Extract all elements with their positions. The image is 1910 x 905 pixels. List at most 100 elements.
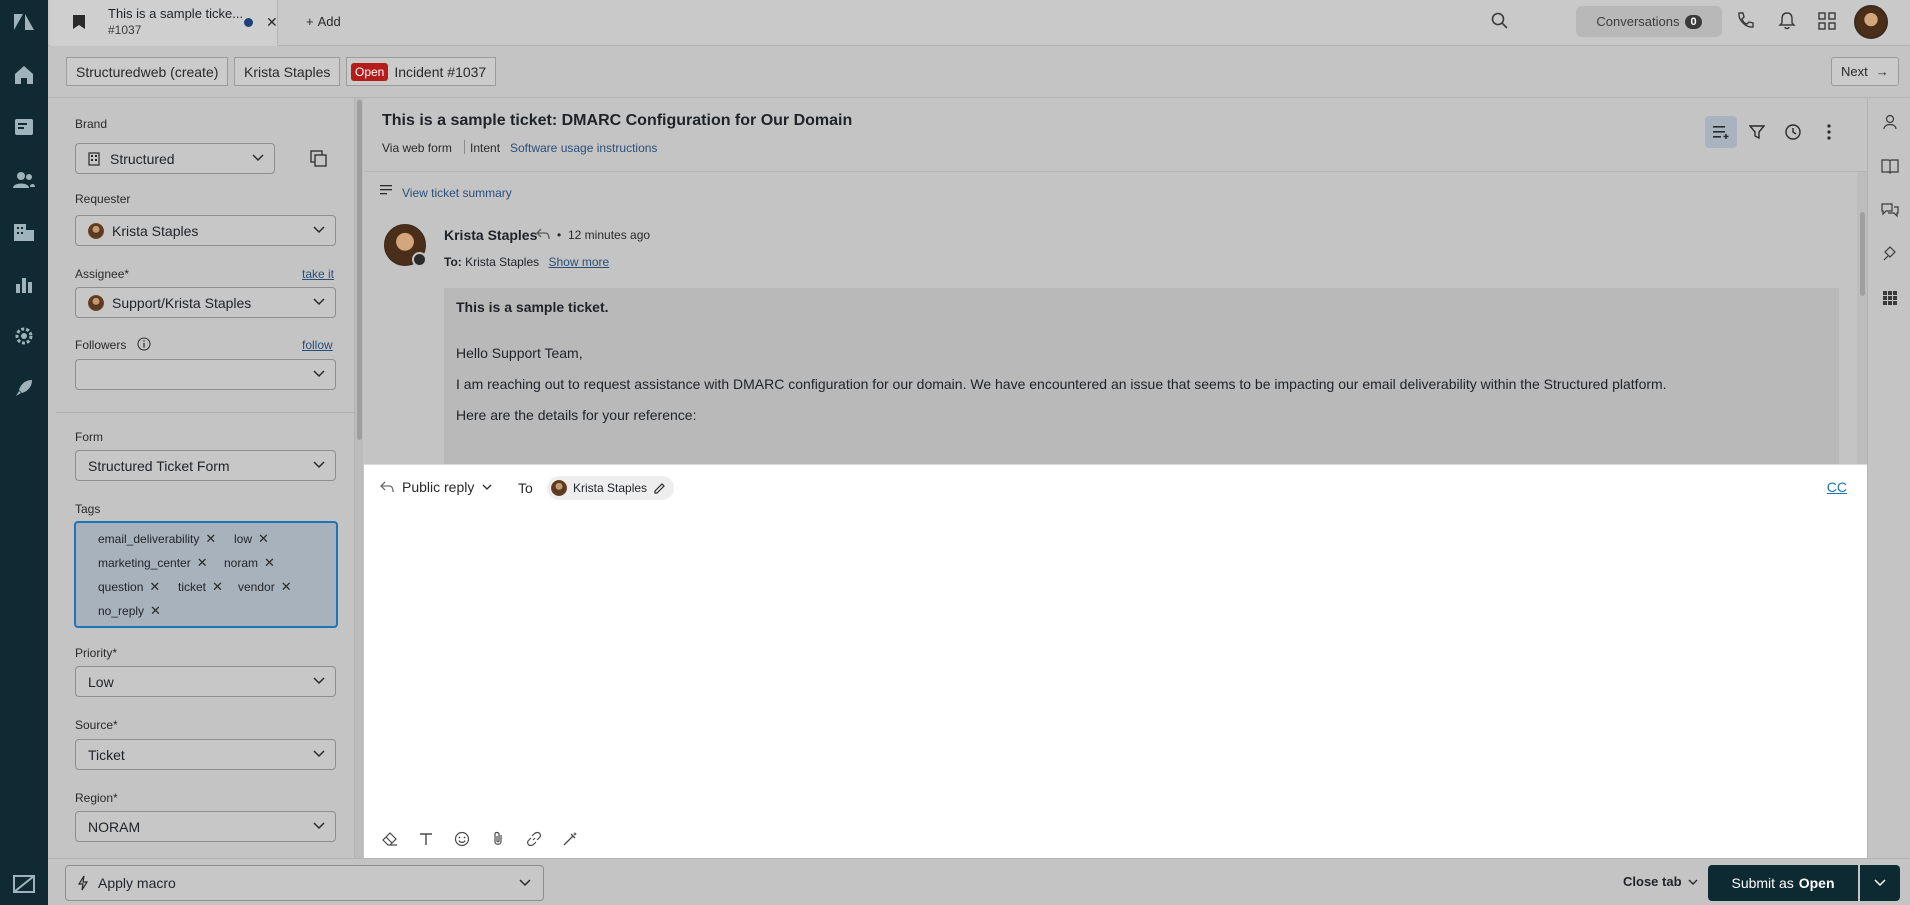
text-format-icon[interactable] bbox=[412, 825, 440, 853]
show-more-link[interactable]: Show more bbox=[549, 255, 610, 269]
breadcrumb-requester[interactable]: Krista Staples bbox=[234, 57, 341, 86]
panel-divider bbox=[56, 412, 355, 413]
customers-icon[interactable] bbox=[0, 160, 48, 200]
copy-icon[interactable] bbox=[310, 150, 328, 168]
conversation-log: View ticket summary Krista Staples • 12 … bbox=[364, 172, 1867, 464]
phone-icon[interactable] bbox=[1736, 12, 1754, 30]
organizations-icon[interactable] bbox=[0, 212, 48, 252]
emoji-icon[interactable] bbox=[448, 825, 476, 853]
reporting-icon[interactable] bbox=[0, 264, 48, 304]
remove-tag-icon[interactable]: ✕ bbox=[264, 555, 275, 571]
ticket-tab-icon bbox=[72, 14, 86, 30]
ticket-header: This is a sample ticket: DMARC Configura… bbox=[364, 98, 1867, 172]
to-value: Krista Staples bbox=[465, 255, 540, 269]
remove-tag-icon[interactable]: ✕ bbox=[258, 531, 269, 547]
submit-button[interactable]: Submit as Open bbox=[1708, 865, 1858, 901]
arrow-right-icon: → bbox=[1875, 64, 1889, 79]
submit-options-button[interactable] bbox=[1860, 865, 1900, 901]
priority-select[interactable]: Low bbox=[75, 666, 336, 697]
remove-tag-icon[interactable]: ✕ bbox=[281, 579, 292, 595]
apply-macro-select[interactable]: Apply macro bbox=[65, 865, 544, 901]
knowledge-book-icon[interactable] bbox=[1868, 146, 1910, 186]
getting-started-rocket-icon[interactable] bbox=[0, 368, 48, 408]
home-icon[interactable] bbox=[0, 55, 48, 95]
recipient-chip[interactable]: Krista Staples bbox=[547, 476, 675, 500]
remove-tag-icon[interactable]: ✕ bbox=[205, 531, 216, 547]
tags-label: Tags bbox=[75, 502, 101, 516]
follow-link[interactable]: follow bbox=[302, 338, 333, 352]
add-tab-button[interactable]: + Add bbox=[306, 14, 341, 29]
remove-tag-icon[interactable]: ✕ bbox=[150, 603, 161, 619]
to-label: To: bbox=[444, 255, 462, 269]
tag-chip: noram ✕ bbox=[224, 553, 275, 573]
zendesk-logo-icon[interactable] bbox=[0, 2, 48, 42]
views-icon[interactable] bbox=[0, 107, 48, 147]
products-grid-icon[interactable] bbox=[1818, 12, 1836, 30]
ticket-tab[interactable]: This is a sample ticke... #1037 ✕ bbox=[50, 0, 278, 46]
breadcrumb: Structuredweb (create) Krista Staples Op… bbox=[48, 46, 1910, 98]
region-label: Region* bbox=[75, 791, 118, 805]
user-avatar[interactable] bbox=[1854, 5, 1888, 39]
message-line: Hello Support Team, bbox=[456, 345, 583, 361]
remove-tag-icon[interactable]: ✕ bbox=[197, 555, 208, 571]
conversation-view-button[interactable] bbox=[1705, 116, 1737, 148]
priority-value: Low bbox=[88, 673, 114, 690]
priority-label: Priority* bbox=[75, 646, 118, 660]
breadcrumb-organization[interactable]: Structuredweb (create) bbox=[66, 57, 229, 86]
top-bar: This is a sample ticke... #1037 ✕ + Add C… bbox=[48, 0, 1910, 46]
filter-icon[interactable] bbox=[1741, 116, 1773, 148]
message-author[interactable]: Krista Staples bbox=[444, 227, 537, 243]
tags-input[interactable]: email_deliverability ✕ low ✕ marketing_cen… bbox=[74, 521, 338, 628]
apps-grid-icon[interactable] bbox=[1868, 278, 1910, 318]
more-options-icon[interactable] bbox=[1813, 116, 1845, 148]
admin-gear-icon[interactable] bbox=[0, 316, 48, 356]
reply-arrow-icon bbox=[380, 481, 394, 493]
header-separator bbox=[464, 140, 465, 154]
close-tab-button[interactable]: Close tab bbox=[1623, 874, 1698, 889]
cc-link[interactable]: CC bbox=[1827, 479, 1847, 495]
global-nav-rail bbox=[0, 0, 48, 905]
ai-assist-icon[interactable] bbox=[1868, 234, 1910, 274]
tag-chip: vendor ✕ bbox=[238, 577, 292, 597]
next-ticket-button[interactable]: Next → bbox=[1831, 57, 1899, 86]
requester-select[interactable]: Krista Staples bbox=[75, 215, 336, 246]
eraser-icon[interactable] bbox=[376, 825, 404, 853]
form-select[interactable]: Structured Ticket Form bbox=[75, 450, 336, 481]
remove-tag-icon[interactable]: ✕ bbox=[212, 579, 223, 595]
intent-value-link[interactable]: Software usage instructions bbox=[510, 141, 657, 155]
edit-pencil-icon[interactable] bbox=[653, 482, 666, 495]
chevron-down-icon bbox=[1874, 879, 1886, 887]
region-select[interactable]: NORAM bbox=[75, 811, 336, 842]
zendesk-product-icon[interactable] bbox=[0, 864, 48, 904]
reply-composer[interactable]: Public reply To Krista Staples CC bbox=[364, 464, 1867, 858]
chevron-down-icon bbox=[313, 298, 325, 306]
brand-select[interactable]: Structured bbox=[75, 143, 275, 174]
view-ticket-summary-link[interactable]: View ticket summary bbox=[402, 186, 512, 200]
panel-scrollbar-thumb[interactable] bbox=[357, 100, 362, 440]
info-icon[interactable] bbox=[137, 337, 151, 351]
notifications-bell-icon[interactable] bbox=[1778, 11, 1796, 30]
close-tab-icon[interactable]: ✕ bbox=[266, 14, 278, 31]
search-icon[interactable] bbox=[1491, 12, 1509, 30]
breadcrumb-ticket[interactable]: Open Incident #1037 bbox=[346, 57, 497, 86]
user-profile-icon[interactable] bbox=[1868, 102, 1910, 142]
history-icon[interactable] bbox=[1777, 116, 1809, 148]
remove-tag-icon[interactable]: ✕ bbox=[149, 579, 160, 595]
tag-chip: email_deliverability ✕ bbox=[98, 529, 216, 549]
conversation-scrollbar-thumb[interactable] bbox=[1860, 212, 1865, 296]
ai-magic-wand-icon[interactable] bbox=[556, 825, 584, 853]
source-select[interactable]: Ticket bbox=[75, 739, 336, 770]
chat-bubbles-icon[interactable] bbox=[1868, 190, 1910, 230]
attachment-icon[interactable] bbox=[484, 825, 512, 853]
assignee-select[interactable]: Support/Krista Staples bbox=[75, 287, 336, 318]
take-it-link[interactable]: take it bbox=[302, 267, 334, 281]
chevron-down-icon bbox=[519, 879, 531, 887]
followers-select[interactable] bbox=[75, 359, 336, 390]
assignee-avatar bbox=[88, 294, 104, 311]
conversations-button[interactable]: Conversations 0 bbox=[1576, 6, 1722, 37]
brand-label: Brand bbox=[75, 117, 108, 131]
apply-macro-label: Apply macro bbox=[98, 875, 176, 891]
reply-type-select[interactable]: Public reply bbox=[380, 479, 492, 495]
tag-chip: ticket ✕ bbox=[178, 577, 223, 597]
link-icon[interactable] bbox=[520, 825, 548, 853]
